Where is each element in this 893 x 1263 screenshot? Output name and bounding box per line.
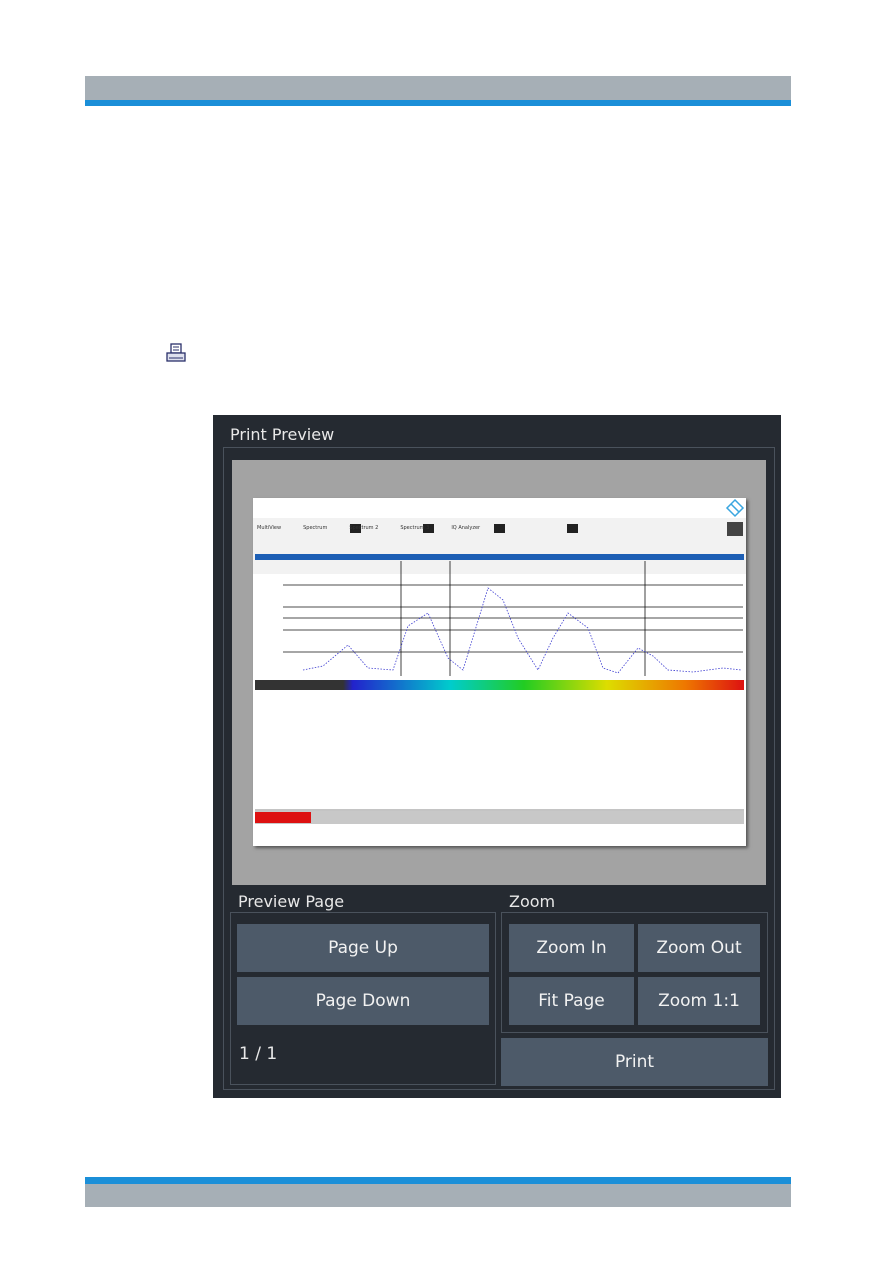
fit-page-button[interactable]: Fit Page	[509, 977, 634, 1025]
preview-screenshot	[253, 498, 746, 824]
preview-tab: Spectrum 2	[349, 525, 379, 531]
dialog-title: Print Preview	[230, 425, 335, 444]
preview-page: MultiView Spectrum Spectrum 2 Spectrum 3…	[253, 498, 746, 846]
zoom-1-1-button[interactable]: Zoom 1:1	[638, 977, 760, 1025]
zoom-in-button[interactable]: Zoom In	[509, 924, 634, 972]
preview-tab: Spectrum 3	[400, 525, 430, 531]
preview-tab: Spectrum	[303, 525, 328, 531]
printer-icon	[166, 343, 186, 362]
preview-tab: IQ Analyzer	[451, 525, 481, 531]
page-footer-bar	[85, 1177, 791, 1207]
brand-logo-icon	[725, 498, 745, 518]
page-down-button[interactable]: Page Down	[237, 977, 489, 1025]
zoom-out-button[interactable]: Zoom Out	[638, 924, 760, 972]
preview-tab: MultiView	[257, 525, 282, 531]
print-button[interactable]: Print	[501, 1038, 768, 1086]
zoom-label: Zoom	[509, 892, 556, 911]
page-header-bar	[85, 76, 791, 106]
page-up-button[interactable]: Page Up	[237, 924, 489, 972]
page-indicator: 1 / 1	[239, 1044, 278, 1064]
preview-page-label: Preview Page	[238, 892, 345, 911]
